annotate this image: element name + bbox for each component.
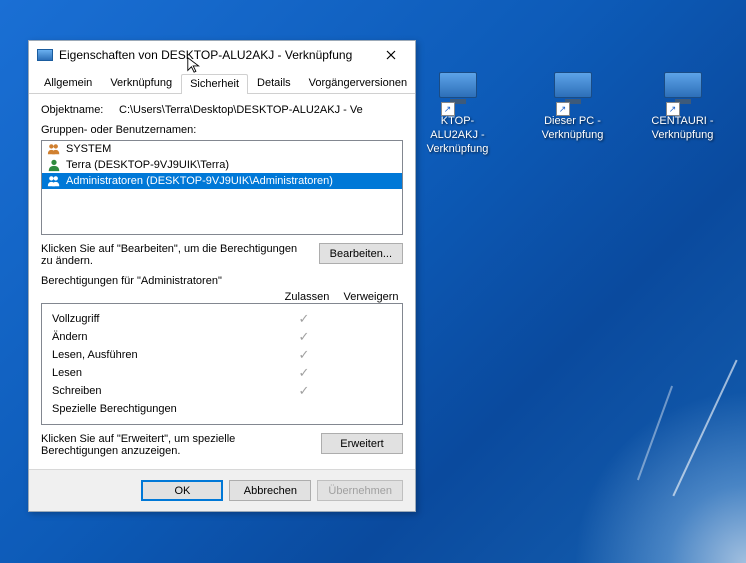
allow-check: ✓ <box>274 311 334 327</box>
monitor-icon: ↗ <box>662 72 704 110</box>
monitor-icon: ↗ <box>552 72 594 110</box>
ok-button[interactable]: OK <box>141 480 223 501</box>
objectname-value: C:\Users\Terra\Desktop\DESKTOP-ALU2AKJ -… <box>119 104 403 116</box>
tab-security[interactable]: Sicherheit <box>181 74 248 94</box>
allow-check: ✓ <box>274 365 334 381</box>
permission-name: Spezielle Berechtigungen <box>52 403 274 415</box>
permission-row: Vollzugriff✓ <box>52 310 394 328</box>
apply-button[interactable]: Übernehmen <box>317 480 403 501</box>
allow-check: ✓ <box>274 347 334 363</box>
monitor-icon: ↗ <box>437 72 479 110</box>
permission-name: Vollzugriff <box>52 313 274 325</box>
users-listbox[interactable]: SYSTEM Terra (DESKTOP-9VJ9UIK\Terra) Adm… <box>41 140 403 235</box>
allow-header: Zulassen <box>275 291 339 303</box>
groups-label: Gruppen- oder Benutzernamen: <box>41 124 403 136</box>
advanced-hint: Klicken Sie auf "Erweitert", um speziell… <box>41 433 321 457</box>
user-icon <box>46 158 62 172</box>
titlebar[interactable]: Eigenschaften von DESKTOP-ALU2AKJ - Verk… <box>29 41 415 69</box>
desktop-shortcut[interactable]: ↗ Dieser PC -Verknüpfung <box>530 72 615 144</box>
group-icon <box>46 142 62 156</box>
tab-general[interactable]: Allgemein <box>35 73 101 93</box>
permissions-box: Vollzugriff✓Ändern✓Lesen, Ausführen✓Lese… <box>41 303 403 425</box>
app-icon <box>37 49 53 61</box>
permission-row: Lesen✓ <box>52 364 394 382</box>
desktop-shortcut[interactable]: ↗ CENTAURI -Verknüpfung <box>640 72 725 144</box>
tab-shortcut[interactable]: Verknüpfung <box>101 73 181 93</box>
window-title: Eigenschaften von DESKTOP-ALU2AKJ - Verk… <box>59 48 373 62</box>
group-icon <box>46 174 62 188</box>
permission-name: Lesen, Ausführen <box>52 349 274 361</box>
allow-check: ✓ <box>274 329 334 345</box>
deny-header: Verweigern <box>339 291 403 303</box>
desktop-shortcut[interactable]: ↗ KTOP-ALU2AKJ -Verknüpfung <box>415 72 500 157</box>
permission-name: Ändern <box>52 331 274 343</box>
advanced-button[interactable]: Erweitert <box>321 433 403 454</box>
properties-dialog: Eigenschaften von DESKTOP-ALU2AKJ - Verk… <box>28 40 416 512</box>
permission-row: Spezielle Berechtigungen <box>52 400 394 418</box>
tab-details[interactable]: Details <box>248 73 300 93</box>
permission-name: Lesen <box>52 367 274 379</box>
edit-hint: Klicken Sie auf "Bearbeiten", um die Ber… <box>41 243 319 267</box>
objectname-label: Objektname: <box>41 104 119 116</box>
cancel-button[interactable]: Abbrechen <box>229 480 311 501</box>
list-item-administrators[interactable]: Administratoren (DESKTOP-9VJ9UIK\Adminis… <box>42 173 402 189</box>
allow-check: ✓ <box>274 383 334 399</box>
close-icon <box>386 50 396 60</box>
dialog-footer: OK Abbrechen Übernehmen <box>29 469 415 511</box>
edit-button[interactable]: Bearbeiten... <box>319 243 403 264</box>
permissions-for-label: Berechtigungen für "Administratoren" <box>41 275 403 287</box>
list-item-terra[interactable]: Terra (DESKTOP-9VJ9UIK\Terra) <box>42 157 402 173</box>
icon-label: Dieser PC - <box>544 115 601 127</box>
list-item-system[interactable]: SYSTEM <box>42 141 402 157</box>
tab-bar: Allgemein Verknüpfung Sicherheit Details… <box>29 69 415 94</box>
permission-row: Ändern✓ <box>52 328 394 346</box>
permission-row: Schreiben✓ <box>52 382 394 400</box>
permission-name: Schreiben <box>52 385 274 397</box>
tab-previous-versions[interactable]: Vorgängerversionen <box>300 73 416 93</box>
close-button[interactable] <box>373 44 409 66</box>
icon-label: CENTAURI - <box>651 115 713 127</box>
permission-row: Lesen, Ausführen✓ <box>52 346 394 364</box>
icon-label: KTOP-ALU2AKJ - <box>430 115 484 141</box>
